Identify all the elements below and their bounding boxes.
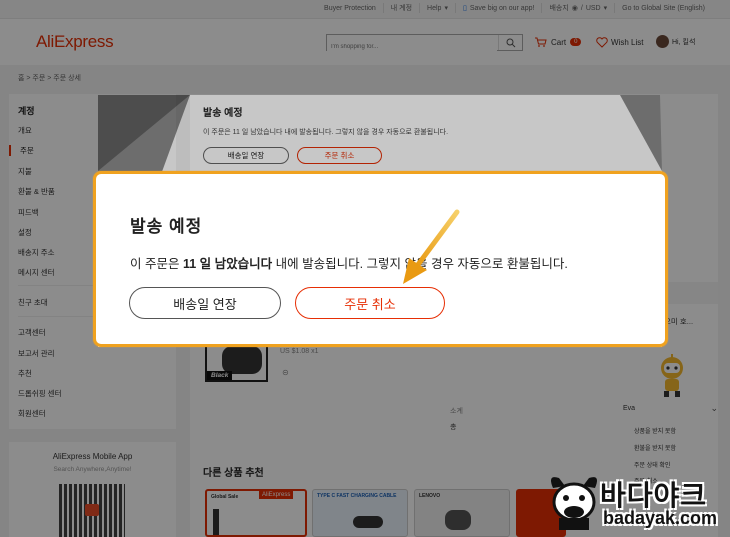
buyer-protection-link[interactable]: Buyer Protection [317, 3, 383, 13]
separator: / [580, 4, 583, 12]
annotation-arrow-icon [403, 209, 460, 284]
shipping-status-title: 발송 예정 [203, 108, 243, 119]
chevron-down-icon: ▾ [603, 5, 608, 12]
qr-code [59, 484, 125, 537]
subtotal-label: 소계 [450, 408, 463, 415]
sidebar-title: 계정 [18, 106, 35, 116]
product-price: US $1.08 x1 [280, 348, 319, 355]
shipping-notice-popup: 발송 예정 이 주문은 11 일 남았습니다 내에 발송됩니다. 그렇지 않을 … [93, 171, 668, 347]
total-label: 총 [450, 424, 457, 431]
product-thumb [353, 516, 383, 528]
product-device-shape [222, 346, 262, 374]
recommend-card[interactable]: Global Sale AliExpress [205, 489, 307, 537]
popup-title: 발송 예정 [130, 217, 203, 236]
recommend-card[interactable]: LENOVO [414, 489, 510, 537]
heart-icon [596, 37, 608, 48]
ship-to-label: 배송지 [549, 5, 569, 12]
aliexpress-logo[interactable]: AliExpress [36, 32, 114, 52]
seller-name: Eva [623, 405, 636, 412]
product-thumb [445, 510, 471, 530]
top-links: Buyer Protection 내 계정 Help ▾ ▯ Save big on… [317, 3, 712, 13]
currency-label: USD [585, 4, 601, 12]
cart-label: Cart [551, 37, 567, 47]
search-input[interactable] [327, 39, 497, 55]
help-link[interactable]: Help ▾ [419, 3, 455, 13]
extend-delivery-button[interactable]: 배송일 연장 [203, 147, 289, 164]
popup-description: 이 주문은 11 일 남았습니다 내에 발송됩니다. 그렇지 않을 경우 자동으… [130, 253, 568, 272]
breadcrumb: 홈 > 주문 > 주문 상세 [18, 75, 81, 82]
app-promo-label: Save big on our app! [469, 4, 535, 12]
bull-mascot-icon [551, 477, 597, 530]
sidebar-item-dropship[interactable]: 드롭쉬핑 센터 [18, 388, 61, 399]
global-site-link[interactable]: Go to Global Site (English) [614, 3, 712, 13]
card-tag: Global Sale [211, 494, 239, 500]
phone-icon: ▯ [462, 5, 467, 12]
cart-icon [535, 37, 547, 47]
sidebar-item-orders[interactable]: 주문 [9, 145, 34, 156]
sidebar-item-overview[interactable]: 개요 [18, 125, 32, 136]
watermark-latin: badayak.com [603, 508, 718, 528]
top-bar: Buyer Protection 내 계정 Help ▾ ▯ Save big on… [0, 0, 730, 19]
extend-delivery-button[interactable]: 배송일 연장 [129, 287, 281, 319]
mobile-app-title: AliExpress Mobile App [52, 452, 133, 461]
search-icon [506, 38, 515, 47]
product-name[interactable]: 오미 호... [664, 316, 693, 327]
korea-flag-icon: ◉ [571, 5, 578, 12]
app-promo-link[interactable]: ▯ Save big on our app! [454, 3, 541, 13]
sidebar-item-settings[interactable]: 설정 [18, 227, 32, 238]
chevron-down-icon: ▾ [444, 5, 448, 12]
chat-robot-icon[interactable] [654, 354, 690, 399]
sidebar-item-membership[interactable]: 회원센터 [18, 408, 46, 419]
dropdown-item[interactable]: 환불을 받지 못함 [634, 443, 676, 452]
sidebar-item-feedback[interactable]: 피드백 [18, 207, 39, 218]
search-button[interactable] [498, 35, 522, 50]
product-image[interactable]: Black [205, 342, 268, 382]
sidebar-item-invite[interactable]: 친구 초대 [18, 297, 48, 308]
sidebar-item-reports[interactable]: 보고서 관리 [18, 348, 55, 359]
mobile-app-promo: AliExpress Mobile App Search Anywhere,An… [9, 442, 176, 537]
watermark: 바다야크 badayak.com [545, 472, 725, 534]
days-remaining: 11 일 남았습니다 [182, 257, 273, 271]
help-label: Help [427, 4, 442, 12]
sidebar-item-refunds[interactable]: 환불 & 반품 [18, 186, 55, 197]
shipping-status-desc: 이 주문은 11 일 남았습니다 내에 발송됩니다. 그렇지 않을 경우 자동으… [203, 129, 449, 136]
search-box [326, 34, 523, 55]
sidebar-item-address[interactable]: 배송지 주소 [18, 247, 55, 258]
info-icon[interactable]: ⊝ [282, 368, 289, 377]
avatar [656, 35, 669, 48]
user-menu[interactable]: Hi, 킬석 [656, 35, 695, 48]
recommend-card[interactable]: TYPE C FAST CHARGING CABLE [312, 489, 408, 537]
sidebar-item-recommend[interactable]: 추천 [18, 368, 32, 379]
product-variant-label: Black [207, 371, 233, 380]
cart-count-badge: 0 [570, 38, 582, 46]
wishlist-link[interactable]: Wish List [596, 37, 643, 48]
desc-prefix: 이 주문은 [130, 257, 183, 271]
sidebar-item-payment[interactable]: 지불 [18, 166, 32, 177]
card-brand-tag: AliExpress [259, 491, 294, 499]
user-greeting: Hi, 킬석 [672, 38, 696, 46]
sidebar-item-messages[interactable]: 메시지 센터 [18, 267, 55, 278]
card-tag: TYPE C FAST CHARGING CABLE [317, 493, 397, 499]
card-tag: LENOVO [419, 493, 441, 499]
cancel-order-button[interactable]: 주문 취소 [297, 147, 382, 164]
wishlist-label: Wish List [611, 38, 644, 47]
my-account-link[interactable]: 내 계정 [382, 3, 419, 13]
recommend-title: 다른 상품 추천 [203, 468, 264, 479]
header: AliExpress Cart 0 Wish List Hi, 킬석 [0, 19, 730, 65]
dropdown-item[interactable]: 주문 상태 확인 [634, 460, 670, 469]
cancel-order-button[interactable]: 주문 취소 [295, 287, 445, 319]
chevron-down-icon[interactable]: ⌄ [710, 403, 718, 414]
ship-to-selector[interactable]: 배송지 ◉ / USD ▾ [541, 3, 614, 13]
cart-link[interactable]: Cart 0 [535, 37, 582, 47]
sidebar-item-help-center[interactable]: 고객센터 [18, 327, 46, 338]
mobile-app-subtitle: Search Anywhere,Anytime! [53, 466, 132, 473]
dropdown-item[interactable]: 상품을 받지 못함 [634, 426, 676, 435]
product-thumb [213, 509, 219, 535]
